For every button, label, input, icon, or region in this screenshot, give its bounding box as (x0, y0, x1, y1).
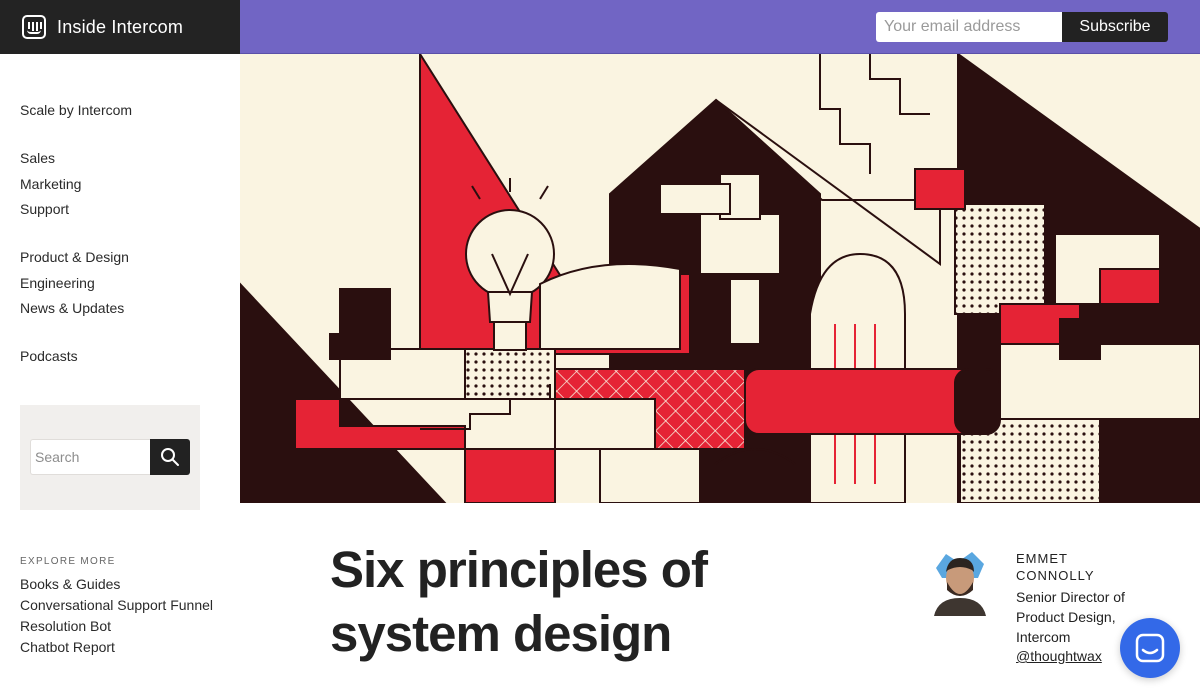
explore-link-resolution-bot[interactable]: Resolution Bot (20, 616, 220, 637)
nav-group: Product & Design Engineering News & Upda… (20, 245, 129, 322)
article-title: Six principles of system design (330, 541, 708, 662)
search-input[interactable] (30, 439, 150, 475)
nav-link-support[interactable]: Support (20, 197, 81, 223)
chat-icon (1135, 633, 1165, 663)
hero-illustration (240, 54, 1200, 503)
explore-more-list: Books & Guides Conversational Support Fu… (20, 574, 220, 658)
brand-logo-link[interactable]: Inside Intercom (0, 0, 240, 54)
nav-link-engineering[interactable]: Engineering (20, 271, 129, 297)
top-bar: Subscribe (240, 0, 1200, 54)
search-box (20, 405, 200, 510)
chat-launcher-button[interactable] (1120, 618, 1180, 678)
explore-more-label: EXPLORE MORE (20, 556, 116, 567)
nav-link-news-updates[interactable]: News & Updates (20, 296, 129, 322)
intercom-logo-icon (22, 15, 46, 39)
explore-link-chatbot-report[interactable]: Chatbot Report (20, 637, 220, 658)
brand-name: Inside Intercom (57, 16, 184, 37)
nav-group: Sales Marketing Support (20, 146, 81, 223)
search-icon (161, 448, 179, 466)
author-name: EMMET CONNOLLY (1016, 551, 1095, 583)
email-input[interactable] (876, 12, 1062, 42)
nav-group: Scale by Intercom (20, 98, 132, 124)
nav-group: Podcasts (20, 344, 78, 370)
nav-link-scale[interactable]: Scale by Intercom (20, 98, 132, 124)
nav-link-podcasts[interactable]: Podcasts (20, 344, 78, 370)
explore-link-support-funnel[interactable]: Conversational Support Funnel (20, 595, 220, 616)
nav-link-product-design[interactable]: Product & Design (20, 245, 129, 271)
author-avatar (928, 548, 992, 616)
explore-link-books-guides[interactable]: Books & Guides (20, 574, 220, 595)
subscribe-button[interactable]: Subscribe (1062, 12, 1168, 42)
nav-link-marketing[interactable]: Marketing (20, 172, 81, 198)
nav-link-sales[interactable]: Sales (20, 146, 81, 172)
search-button[interactable] (150, 439, 190, 475)
author-twitter-link[interactable]: @thoughtwax (1016, 648, 1102, 664)
sidebar: Scale by Intercom Sales Marketing Suppor… (0, 54, 240, 698)
